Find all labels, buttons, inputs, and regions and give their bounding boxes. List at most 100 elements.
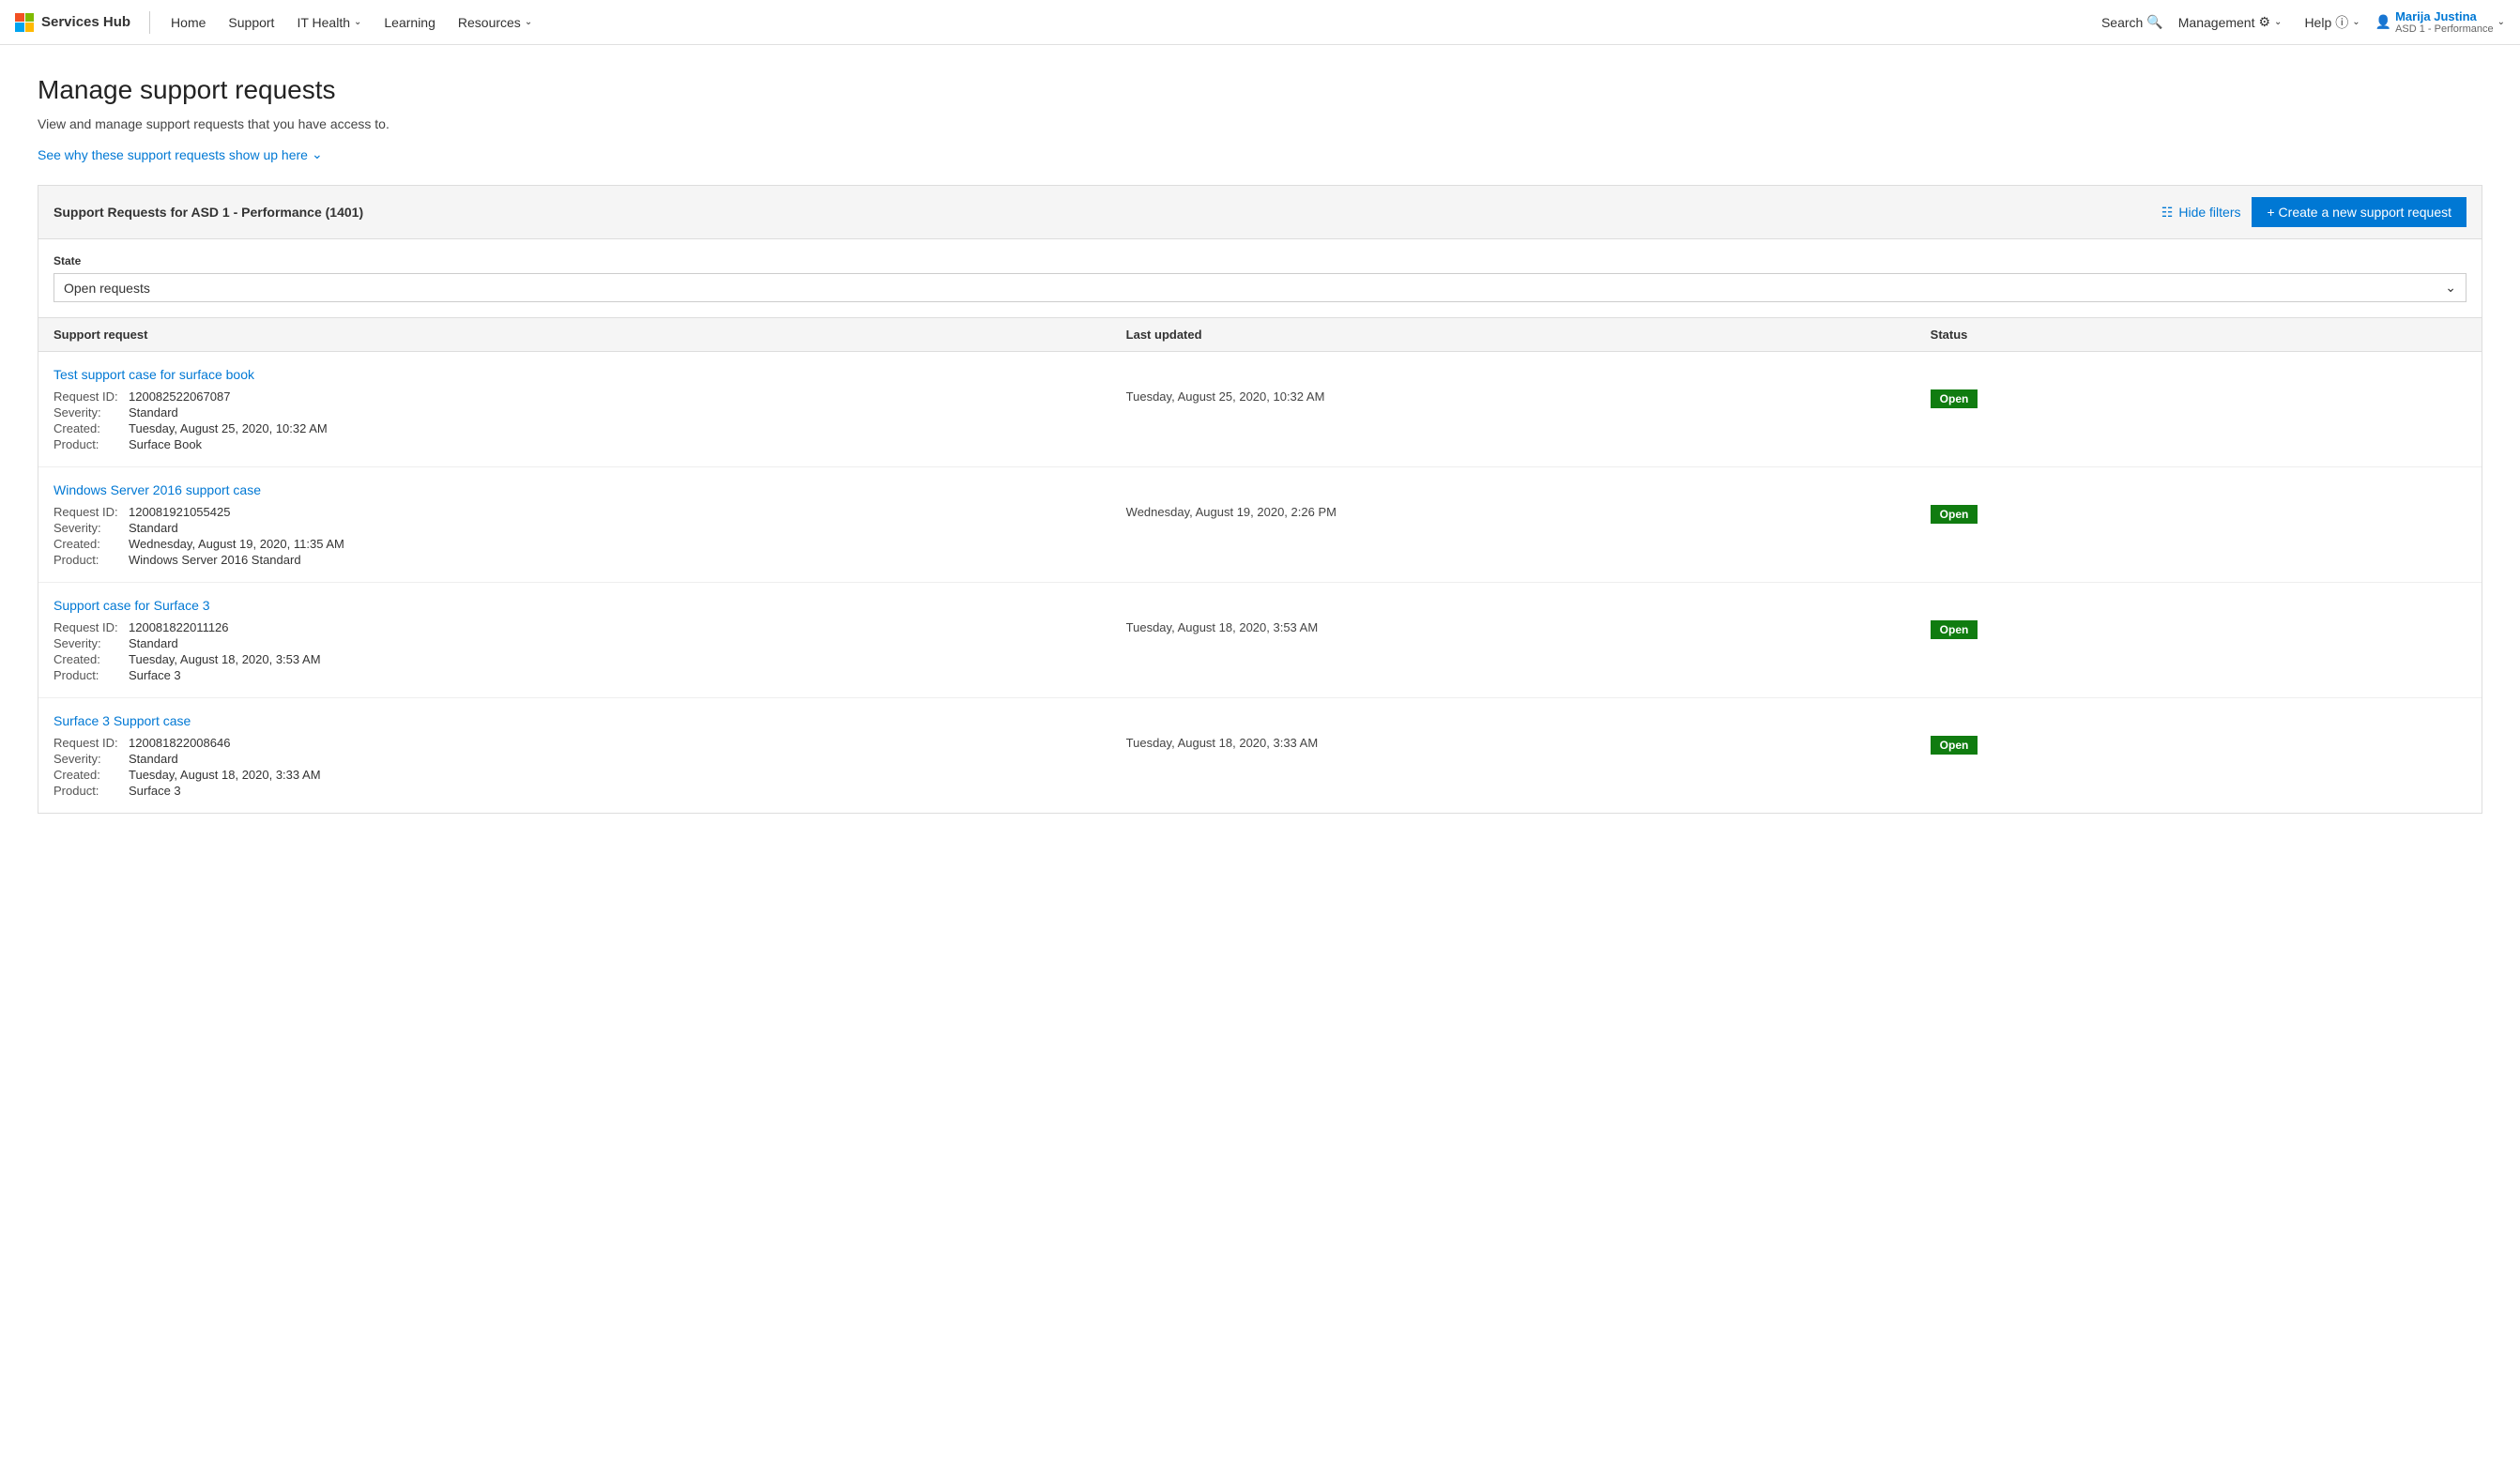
created-label: Created: — [53, 421, 129, 435]
table-row: Test support case for surface book Reque… — [38, 352, 2482, 467]
chevron-down-icon: ⌄ — [525, 17, 532, 27]
created-label: Created: — [53, 652, 129, 666]
nav-support[interactable]: Support — [219, 0, 283, 45]
request-title-link[interactable]: Test support case for surface book — [53, 367, 1126, 382]
nav-divider — [149, 11, 150, 34]
requests-list: Test support case for surface book Reque… — [38, 352, 2482, 813]
nav-resources[interactable]: Resources ⌄ — [449, 0, 542, 45]
navigation: Services Hub Home Support IT Health ⌄ Le… — [0, 0, 2520, 45]
brand-name: Services Hub — [41, 14, 130, 30]
chevron-down-icon: ⌄ — [312, 146, 323, 162]
chevron-down-icon: ⌄ — [2445, 280, 2456, 296]
request-id-value: 120081822008646 — [129, 736, 1126, 750]
product-label: Product: — [53, 553, 129, 567]
page-title: Manage support requests — [38, 75, 2482, 105]
last-updated: Wednesday, August 19, 2020, 2:26 PM — [1126, 482, 1931, 519]
severity-label: Severity: — [53, 405, 129, 420]
status-badge: Open — [1931, 389, 1978, 408]
last-updated: Tuesday, August 25, 2020, 10:32 AM — [1126, 367, 1931, 404]
product-value: Surface 3 — [129, 668, 1126, 682]
last-updated: Tuesday, August 18, 2020, 3:53 AM — [1126, 598, 1931, 634]
user-subtitle: ASD 1 - Performance — [2395, 23, 2494, 35]
management-button[interactable]: Management ⚙ ⌄ — [2171, 14, 2290, 30]
create-support-request-button[interactable]: + Create a new support request — [2252, 197, 2467, 227]
product-label: Product: — [53, 668, 129, 682]
management-label: Management — [2178, 15, 2255, 30]
search-label: Search — [2101, 15, 2143, 30]
request-title-link[interactable]: Surface 3 Support case — [53, 713, 1126, 728]
severity-label: Severity: — [53, 636, 129, 650]
request-title-link[interactable]: Support case for Surface 3 — [53, 598, 1126, 613]
user-icon: 👤 — [2375, 14, 2391, 30]
request-id-label: Request ID: — [53, 620, 129, 634]
chevron-down-icon: ⌄ — [354, 17, 361, 27]
col-header-request: Support request — [53, 328, 1126, 342]
request-meta: Request ID: 120081921055425 Severity: St… — [53, 505, 1126, 567]
panel-actions: ☷ Hide filters + Create a new support re… — [2161, 197, 2467, 227]
chevron-down-icon: ⌄ — [2352, 17, 2360, 27]
created-label: Created: — [53, 768, 129, 782]
microsoft-logo-icon — [15, 13, 34, 32]
col-header-updated: Last updated — [1126, 328, 1931, 342]
chevron-down-icon: ⌄ — [2497, 17, 2505, 27]
status-col: Open — [1931, 482, 2467, 524]
status-badge: Open — [1931, 505, 1978, 524]
help-button[interactable]: Help ⓘ ⌄ — [2297, 13, 2367, 32]
request-id-label: Request ID: — [53, 389, 129, 404]
search-icon: 🔍 — [2146, 14, 2162, 30]
nav-it-health[interactable]: IT Health ⌄ — [287, 0, 371, 45]
request-meta: Request ID: 120082522067087 Severity: St… — [53, 389, 1126, 451]
created-value: Wednesday, August 19, 2020, 11:35 AM — [129, 537, 1126, 551]
user-menu[interactable]: 👤 Marija Justina ASD 1 - Performance ⌄ — [2375, 9, 2505, 35]
status-badge: Open — [1931, 736, 1978, 755]
request-id-value: 120081822011126 — [129, 620, 1126, 634]
severity-label: Severity: — [53, 752, 129, 766]
product-label: Product: — [53, 437, 129, 451]
request-title-link[interactable]: Windows Server 2016 support case — [53, 482, 1126, 497]
request-id-value: 120081921055425 — [129, 505, 1126, 519]
severity-value: Standard — [129, 405, 1126, 420]
hide-filters-button[interactable]: ☷ Hide filters — [2161, 205, 2241, 221]
see-why-link[interactable]: See why these support requests show up h… — [38, 146, 323, 162]
request-id-label: Request ID: — [53, 736, 129, 750]
request-meta: Request ID: 120081822008646 Severity: St… — [53, 736, 1126, 798]
panel-header: Support Requests for ASD 1 - Performance… — [38, 186, 2482, 239]
state-filter-label: State — [53, 254, 2467, 267]
help-label: Help — [2304, 15, 2331, 30]
help-icon: ⓘ — [2335, 13, 2348, 32]
request-id-label: Request ID: — [53, 505, 129, 519]
product-value: Surface Book — [129, 437, 1126, 451]
panel-title: Support Requests for ASD 1 - Performance… — [53, 205, 363, 220]
main-content: Manage support requests View and manage … — [0, 45, 2520, 844]
filter-icon: ☷ — [2161, 205, 2174, 221]
status-col: Open — [1931, 713, 2467, 755]
chevron-down-icon: ⌄ — [2274, 17, 2282, 27]
status-col: Open — [1931, 367, 2467, 408]
status-col: Open — [1931, 598, 2467, 639]
nav-right: Search 🔍 Management ⚙ ⌄ Help ⓘ ⌄ 👤 Marij… — [2101, 9, 2505, 35]
state-filter-select[interactable]: Open requests ⌄ — [53, 273, 2467, 302]
gear-icon: ⚙ — [2258, 14, 2270, 30]
product-value: Surface 3 — [129, 784, 1126, 798]
state-filter-value: Open requests — [64, 281, 150, 296]
severity-label: Severity: — [53, 521, 129, 535]
severity-value: Standard — [129, 521, 1126, 535]
page-subtitle: View and manage support requests that yo… — [38, 116, 2482, 131]
table-row: Support case for Surface 3 Request ID: 1… — [38, 583, 2482, 698]
search-button[interactable]: Search 🔍 — [2101, 14, 2163, 30]
table-row: Surface 3 Support case Request ID: 12008… — [38, 698, 2482, 813]
nav-learning[interactable]: Learning — [374, 0, 445, 45]
created-value: Tuesday, August 18, 2020, 3:33 AM — [129, 768, 1126, 782]
col-header-status: Status — [1931, 328, 2467, 342]
severity-value: Standard — [129, 752, 1126, 766]
created-value: Tuesday, August 18, 2020, 3:53 AM — [129, 652, 1126, 666]
nav-home[interactable]: Home — [161, 0, 215, 45]
status-badge: Open — [1931, 620, 1978, 639]
user-name: Marija Justina — [2395, 9, 2494, 23]
nav-links: Home Support IT Health ⌄ Learning Resour… — [161, 0, 542, 45]
last-updated: Tuesday, August 18, 2020, 3:33 AM — [1126, 713, 1931, 750]
table-header: Support request Last updated Status — [38, 318, 2482, 352]
severity-value: Standard — [129, 636, 1126, 650]
logo[interactable]: Services Hub — [15, 13, 130, 32]
product-value: Windows Server 2016 Standard — [129, 553, 1126, 567]
